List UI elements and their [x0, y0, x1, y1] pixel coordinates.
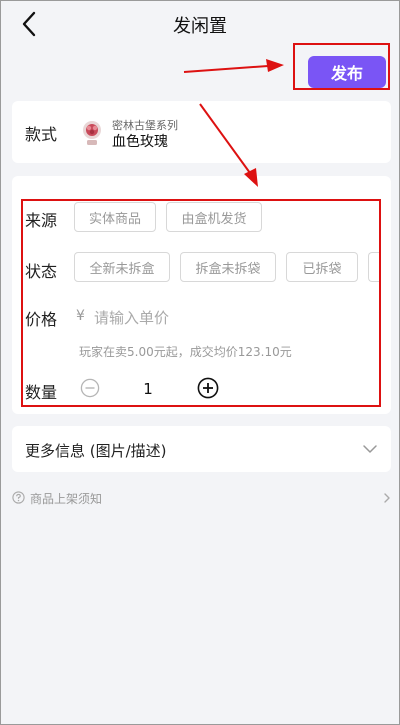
style-card[interactable]: 款式 [12, 101, 391, 163]
increase-quantity-icon[interactable] [197, 377, 219, 399]
quantity-value: 1 [143, 380, 153, 398]
more-info-card[interactable]: 更多信息 (图片/描述) [12, 426, 391, 472]
chevron-down-icon [363, 445, 377, 453]
price-hint: 玩家在卖5.00元起，成交均价123.10元 [79, 345, 292, 359]
product-name: 血色玫瑰 [112, 134, 168, 150]
more-info-label: 更多信息 (图片/描述) [25, 442, 167, 460]
quantity-label: 数量 [25, 383, 58, 402]
arrow-to-publish [183, 65, 269, 73]
source-option-box-machine[interactable]: 由盒机发货 [166, 202, 262, 232]
condition-label: 状态 [25, 262, 58, 281]
page-title: 发闲置 [173, 16, 227, 37]
listing-notice-link[interactable]: 商品上架须知 [30, 490, 102, 507]
style-label: 款式 [25, 125, 58, 144]
chevron-right-icon[interactable] [382, 492, 392, 504]
condition-option-box-opened[interactable]: 拆盒未拆袋 [180, 252, 276, 282]
condition-option-new-sealed[interactable]: 全新未拆盒 [74, 252, 170, 282]
source-option-physical[interactable]: 实体商品 [74, 202, 156, 232]
currency-symbol: ¥ [76, 308, 85, 324]
condition-option-more[interactable] [368, 252, 380, 282]
publish-button[interactable]: 发布 [308, 56, 386, 88]
price-label: 价格 [25, 310, 58, 329]
rose-figure-icon [83, 121, 101, 145]
condition-option-bag-opened[interactable]: 已拆袋 [286, 252, 358, 282]
header: 发闲置 [0, 0, 400, 48]
arrow-to-publish-head [266, 59, 284, 72]
price-input[interactable] [94, 305, 334, 331]
decrease-quantity-icon[interactable] [80, 378, 100, 398]
help-icon [12, 491, 25, 504]
source-label: 来源 [25, 211, 58, 230]
